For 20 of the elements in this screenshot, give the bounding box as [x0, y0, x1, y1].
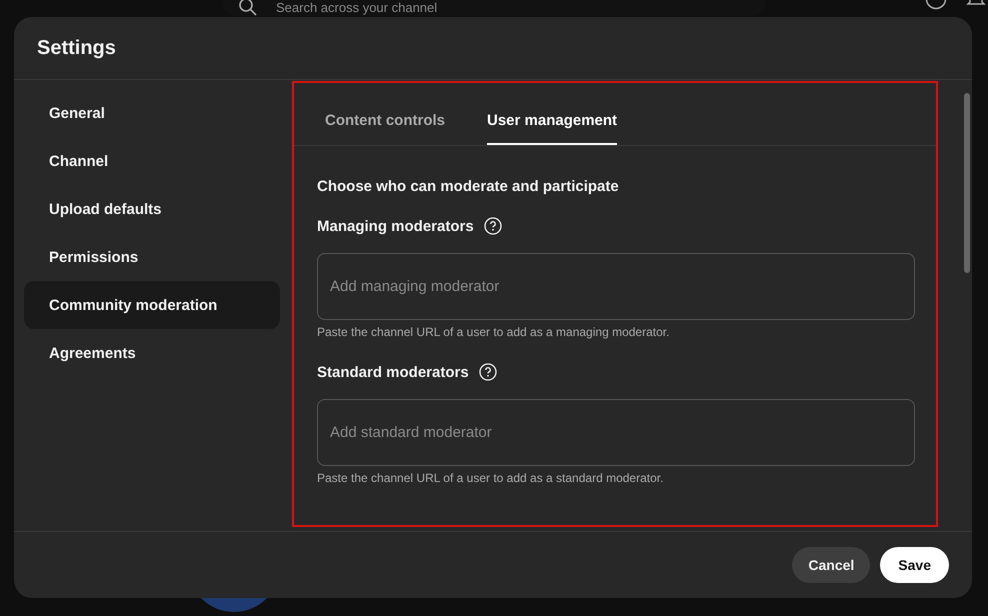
section-heading: Choose who can moderate and participate [317, 178, 620, 195]
field-hint: Paste the channel URL of a user to add as a managing moderator. [317, 325, 670, 339]
field-label: Standard moderators [317, 364, 469, 380]
tab[interactable]: User management [487, 112, 618, 145]
sidebar-item[interactable]: Agreements [24, 329, 280, 377]
sidebar-item[interactable]: Upload defaults [24, 185, 280, 233]
search-field[interactable]: Search across your channel [276, 0, 676, 15]
sidebar-item[interactable]: Community moderation [24, 281, 280, 329]
input-field[interactable]: Add standard moderator [317, 399, 915, 466]
save-button[interactable]: Save [880, 547, 949, 583]
field-hint: Paste the channel URL of a user to add as a standard moderator. [317, 471, 664, 485]
sidebar-item[interactable]: Permissions [24, 233, 280, 281]
search-icon [238, 0, 258, 17]
cancel-button[interactable]: Cancel [792, 547, 870, 583]
sidebar-item[interactable]: General [24, 89, 280, 137]
dialog-title: Settings [37, 36, 116, 60]
field-label: Managing moderators [317, 218, 474, 234]
sidebar-item[interactable]: Channel [24, 137, 280, 185]
input-field[interactable]: Add managing moderator [317, 253, 915, 320]
tab[interactable]: Content controls [325, 112, 445, 145]
